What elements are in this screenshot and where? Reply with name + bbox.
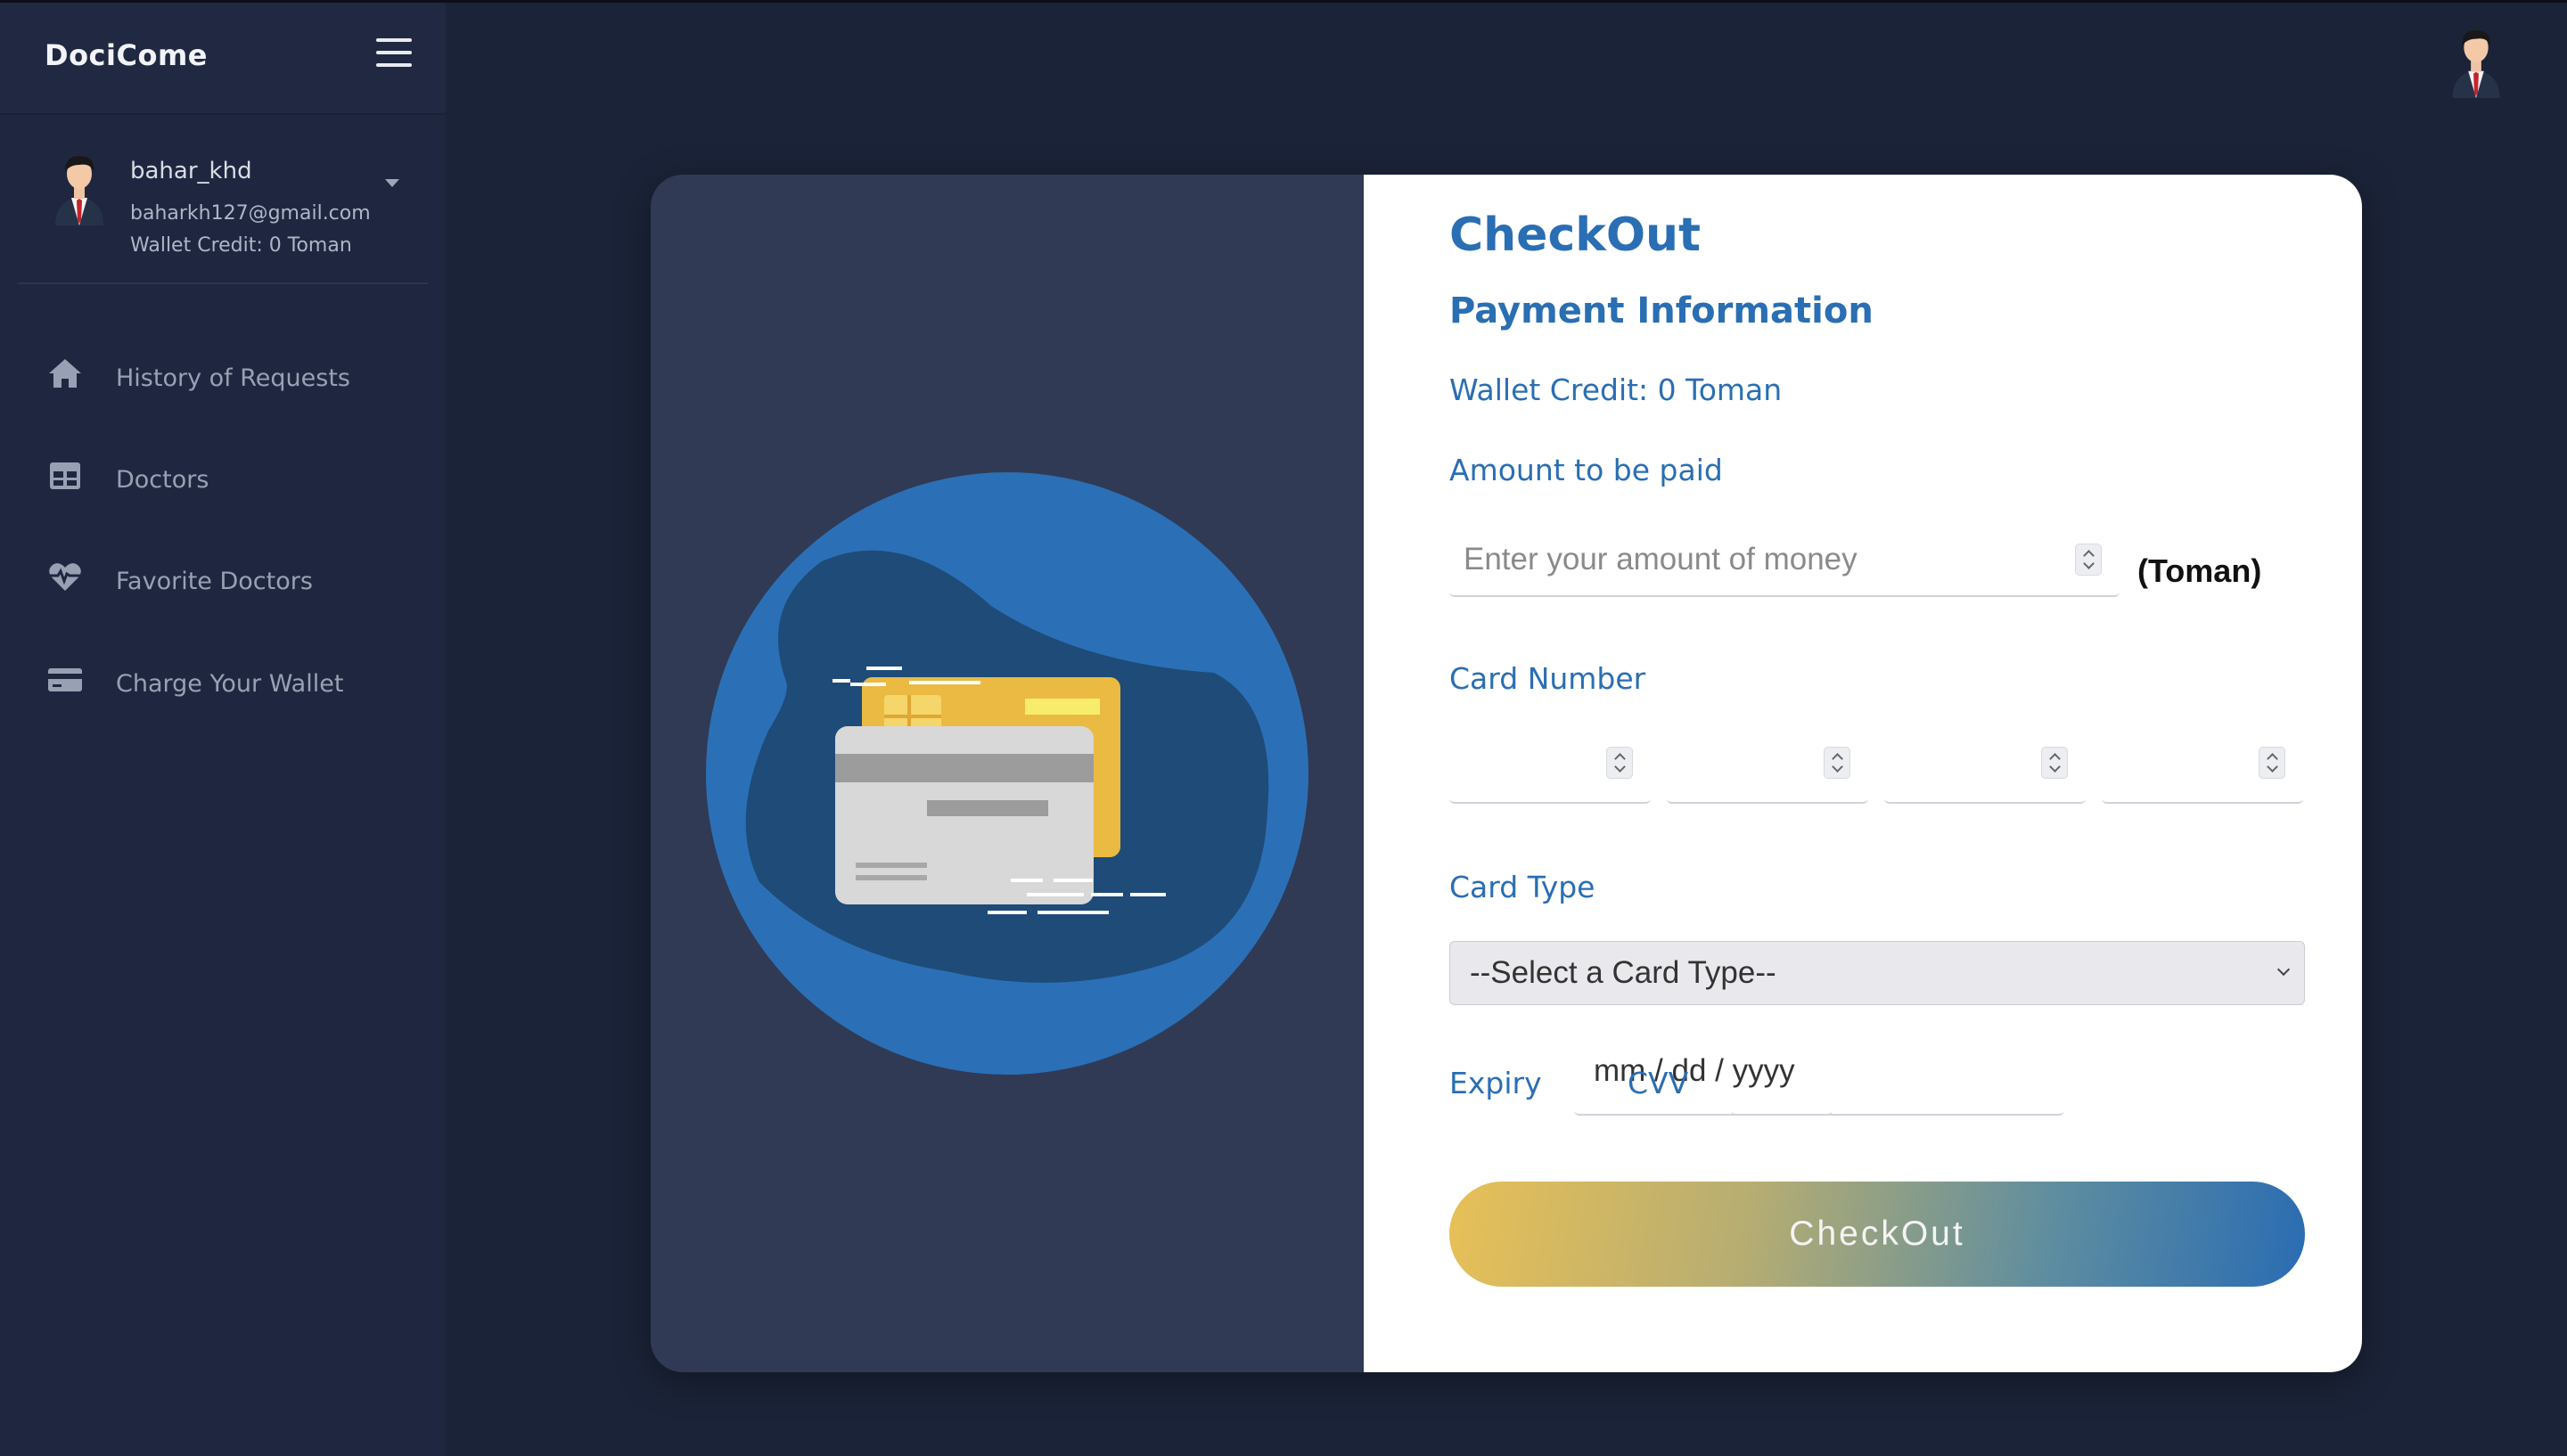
checkout-button[interactable]: CheckOut	[1449, 1182, 2305, 1287]
sidebar-item-charge-wallet[interactable]: Charge Your Wallet	[0, 643, 446, 715]
card-number-field-4[interactable]	[2102, 727, 2303, 804]
cvv-input[interactable]	[1731, 1044, 2064, 1116]
amount-label: Amount to be paid	[1449, 453, 1723, 487]
table-icon	[50, 462, 80, 489]
header-avatar[interactable]	[2442, 23, 2510, 98]
page-title: CheckOut	[1449, 209, 1701, 262]
credit-cards-illustration	[706, 472, 1308, 1075]
expiry-label: Expiry	[1449, 1066, 1542, 1100]
checkout-card: CheckOut Payment Information Wallet Cred…	[651, 175, 2362, 1372]
sidebar-item-doctors[interactable]: Doctors	[0, 439, 446, 511]
brand-logo[interactable]: DociCome	[45, 38, 208, 72]
section-title: Payment Information	[1449, 290, 1874, 331]
username: bahar_khd	[130, 158, 252, 184]
amount-spinner-icon[interactable]	[2075, 544, 2102, 576]
heart-pulse-icon	[49, 563, 81, 591]
user-email: baharkh127@gmail.com	[130, 202, 371, 225]
card-number-field-2[interactable]	[1667, 727, 1868, 804]
wallet-credit-label: Wallet Credit: 0 Toman	[1449, 372, 1783, 407]
card-number-spinner-icon[interactable]	[1824, 747, 1850, 779]
sidebar-item-label: Favorite Doctors	[116, 568, 313, 595]
card-type-label: Card Type	[1449, 870, 1595, 904]
payment-form: CheckOut Payment Information Wallet Cred…	[1364, 175, 2362, 1372]
sidebar-item-label: Charge Your Wallet	[116, 670, 344, 698]
card-type-select[interactable]: --Select a Card Type--	[1449, 941, 2305, 1005]
card-type-selected-value: --Select a Card Type--	[1470, 955, 1776, 990]
amount-unit: (Toman)	[2137, 552, 2262, 589]
user-profile: bahar_khd baharkh127@gmail.com Wallet Cr…	[0, 115, 446, 284]
home-icon	[49, 359, 81, 388]
profile-dropdown-caret-icon[interactable]	[385, 179, 399, 187]
card-number-field-3[interactable]	[1884, 727, 2086, 804]
card-number-field-1[interactable]	[1449, 727, 1651, 804]
illustration-panel	[651, 175, 1364, 1372]
cvv-label: CVV	[1628, 1066, 1689, 1100]
sidebar-item-history[interactable]: History of Requests	[0, 338, 446, 409]
sidebar-item-label: History of Requests	[116, 364, 350, 392]
brand-bar: DociCome	[0, 3, 446, 115]
sidebar-divider	[18, 282, 428, 284]
user-wallet-credit: Wallet Credit: 0 Toman	[130, 234, 352, 257]
card-number-spinner-icon[interactable]	[1606, 747, 1633, 779]
avatar	[55, 156, 103, 225]
sidebar: DociCome bahar_khd baharkh127@gmail.com …	[0, 3, 446, 1456]
amount-input[interactable]	[1449, 524, 2120, 597]
hamburger-menu-icon[interactable]	[376, 38, 412, 67]
card-number-label: Card Number	[1449, 661, 1646, 696]
sidebar-item-favorite-doctors[interactable]: Favorite Doctors	[0, 541, 446, 612]
credit-card-icon	[48, 668, 82, 691]
sidebar-item-label: Doctors	[116, 466, 209, 494]
card-number-spinner-icon[interactable]	[2259, 747, 2285, 779]
card-number-spinner-icon[interactable]	[2041, 747, 2068, 779]
chevron-down-icon	[2276, 962, 2291, 977]
